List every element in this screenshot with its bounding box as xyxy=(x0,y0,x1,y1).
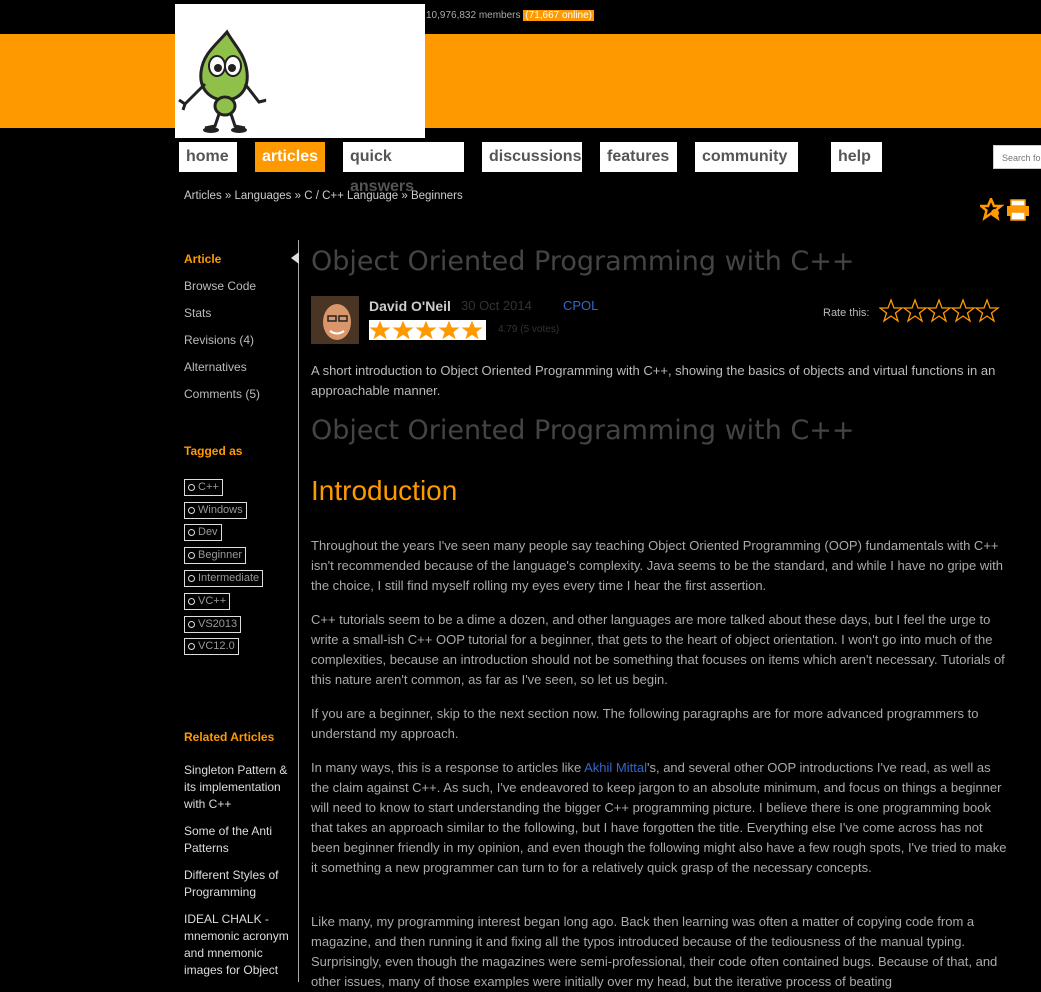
publish-date: 30 Oct 2014 xyxy=(461,298,532,313)
star-rating-icon xyxy=(369,320,483,340)
members-text: 10,976,832 members xyxy=(426,10,521,21)
logo-tagline: For those who code xyxy=(267,108,373,122)
bob-mascot-icon xyxy=(178,29,268,133)
rate-this-label: Rate this: xyxy=(823,307,870,319)
author-name[interactable]: David O'Neil xyxy=(369,298,451,314)
rate-stars[interactable] xyxy=(878,298,1001,330)
article-summary: A short introduction to Object Oriented … xyxy=(311,363,996,398)
tag-item[interactable]: Beginner xyxy=(184,547,247,564)
tag-item[interactable]: C++ xyxy=(184,479,223,496)
tag-item[interactable]: Dev xyxy=(184,524,222,541)
tag-item[interactable]: Intermediate xyxy=(184,570,264,587)
paragraph: Throughout the years I've seen many peop… xyxy=(311,538,1003,593)
license-link[interactable]: CPOL xyxy=(563,298,598,313)
nav-help[interactable]: help xyxy=(831,142,882,172)
tag-item[interactable]: VS2013 xyxy=(184,616,242,633)
active-indicator-icon xyxy=(291,252,299,264)
breadcrumb[interactable]: Articles » Languages » C / C++ Language … xyxy=(184,190,463,202)
sidebar-item-stats[interactable]: Stats xyxy=(184,306,211,320)
related-article[interactable]: Singleton Pattern & its implementation w… xyxy=(184,762,294,813)
related-article[interactable]: Some of the Anti Patterns xyxy=(184,823,294,857)
votes-count: 4.79 (5 votes) xyxy=(498,324,560,335)
sidebar-item-comments[interactable]: Comments (5) xyxy=(184,387,260,401)
nav-home[interactable]: home xyxy=(179,142,237,172)
article-title: Object Oriented Programming with C++ xyxy=(311,246,855,277)
paragraph-text: In many ways, this is a response to arti… xyxy=(311,760,585,775)
paragraph: C++ tutorials seem to be a dime a dozen,… xyxy=(311,612,1005,687)
rate-star-icons[interactable] xyxy=(878,298,1001,326)
related-heading: Related Articles xyxy=(184,730,275,744)
online-count: (71,667 online) xyxy=(523,10,595,21)
nav-discussions[interactable]: discussions xyxy=(482,142,582,172)
rating-stars xyxy=(369,320,486,340)
related-article[interactable]: IDEAL CHALK - mnemonic acronym and mnemo… xyxy=(184,911,294,979)
author-photo-icon xyxy=(311,296,359,344)
related-article[interactable]: Different Styles of Programming xyxy=(184,867,294,901)
bookmark-star-icon xyxy=(977,195,1005,221)
paragraph: In many ways, this is a response to arti… xyxy=(311,758,1011,878)
sidebar-item-alternatives[interactable]: Alternatives xyxy=(184,360,247,374)
nav-features[interactable]: features xyxy=(600,142,677,172)
search-input[interactable] xyxy=(994,147,1041,169)
bookmark-print-icons[interactable] xyxy=(977,195,1035,222)
logo-project-text: PROJECT xyxy=(264,74,409,110)
page-tools xyxy=(977,195,1035,226)
sidebar-item-revisions[interactable]: Revisions (4) xyxy=(184,333,254,347)
sidebar-item-browse-code[interactable]: Browse Code xyxy=(184,279,256,293)
paragraph: If you are a beginner, skip to the next … xyxy=(311,706,979,741)
section-heading: Introduction xyxy=(311,475,458,506)
nav-quick-answers[interactable]: quick answers xyxy=(343,142,464,195)
search-box[interactable] xyxy=(993,145,1041,169)
header-band xyxy=(0,34,1041,128)
nav-articles[interactable]: articles xyxy=(255,142,325,172)
print-icon xyxy=(1007,199,1029,221)
tagged-heading: Tagged as xyxy=(184,444,243,458)
tag-item[interactable]: VC12.0 xyxy=(184,638,239,655)
members-count: 10,976,832 members (71,667 online) xyxy=(426,10,595,21)
nav-community[interactable]: community xyxy=(695,142,798,172)
tag-item[interactable]: VC++ xyxy=(184,593,231,610)
avatar[interactable] xyxy=(311,296,359,344)
author-link[interactable]: Akhil Mittal xyxy=(584,760,647,775)
tag-item[interactable]: Windows xyxy=(184,502,247,519)
paragraph-text: 's, and several other OOP introductions … xyxy=(311,760,1007,875)
article-title-secondary: Object Oriented Programming with C++ xyxy=(311,415,855,446)
paragraph: Like many, my programming interest began… xyxy=(311,914,998,989)
sidebar-divider xyxy=(298,240,299,982)
logo-registered: ® xyxy=(413,78,422,88)
sidebar-item-article[interactable]: Article xyxy=(184,252,221,266)
